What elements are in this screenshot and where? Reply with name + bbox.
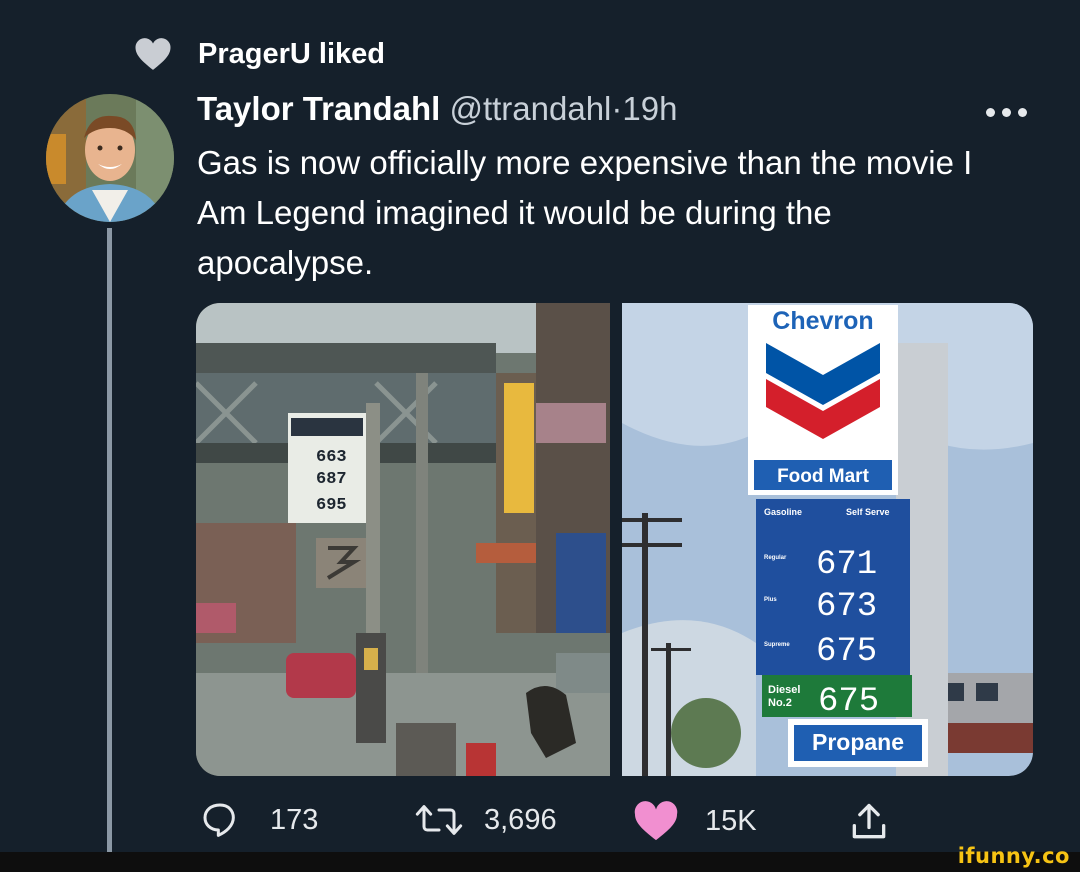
tweet-media[interactable]: 663 687 695 Chevron Food Mart Gasoline S… — [196, 303, 1033, 776]
author-handle[interactable]: @ttrandahl — [449, 90, 611, 127]
diesel-label: Diesel — [768, 684, 800, 696]
ifunny-watermark: ifunny.co — [957, 844, 1070, 868]
movie-scene-photo[interactable]: 663 687 695 — [196, 303, 610, 776]
avatar[interactable] — [46, 94, 174, 222]
heart-icon — [135, 38, 171, 70]
reply-icon — [203, 803, 235, 837]
liked-by-text: PragerU liked — [198, 37, 385, 70]
grade-supreme: Supreme — [764, 642, 790, 648]
chevron-sign-photo[interactable]: Chevron Food Mart Gasoline Self Serve Re… — [622, 303, 1033, 776]
separator: · — [611, 90, 623, 127]
retweet-count: 3,696 — [484, 803, 557, 836]
diesel-number: No.2 — [768, 697, 792, 709]
heart-filled-icon — [634, 801, 678, 841]
retweet-icon — [415, 805, 463, 835]
tweet-timestamp[interactable]: 19h — [622, 90, 677, 127]
left-price-3: 695 — [316, 496, 347, 515]
like-count: 15K — [705, 804, 757, 837]
price-diesel: 675 — [818, 683, 879, 721]
left-price-2: 687 — [316, 470, 347, 489]
food-mart-label: Food Mart — [777, 466, 869, 487]
tweet-header: Taylor Trandahl @ttrandahl·19h — [197, 90, 677, 128]
chevron-brand: Chevron — [772, 307, 873, 335]
left-price-1: 663 — [316, 448, 347, 467]
grade-plus: Plus — [764, 597, 777, 603]
price-supreme: 675 — [816, 633, 877, 671]
thread-line — [107, 228, 112, 852]
footer-bar: ifunny.co — [0, 844, 1080, 872]
price-plus: 673 — [816, 588, 877, 626]
grade-regular: Regular — [764, 555, 787, 561]
propane-label: Propane — [812, 729, 904, 755]
author-name[interactable]: Taylor Trandahl — [197, 90, 440, 127]
share-icon — [852, 803, 886, 839]
action-bar: 173 3,696 15K — [0, 800, 1080, 844]
reply-count: 173 — [270, 803, 319, 836]
share-button[interactable] — [846, 800, 892, 844]
more-options-icon[interactable] — [986, 108, 1027, 117]
gasoline-label: Gasoline — [764, 507, 802, 517]
tweet-text: Gas is now officially more expensive tha… — [197, 144, 973, 281]
self-serve-label: Self Serve — [846, 507, 890, 517]
social-context[interactable]: PragerU liked — [133, 34, 385, 74]
like-button[interactable]: 15K — [633, 800, 757, 842]
price-regular: 671 — [816, 546, 877, 584]
retweet-button[interactable]: 3,696 — [414, 800, 557, 840]
reply-button[interactable]: 173 — [200, 800, 318, 840]
